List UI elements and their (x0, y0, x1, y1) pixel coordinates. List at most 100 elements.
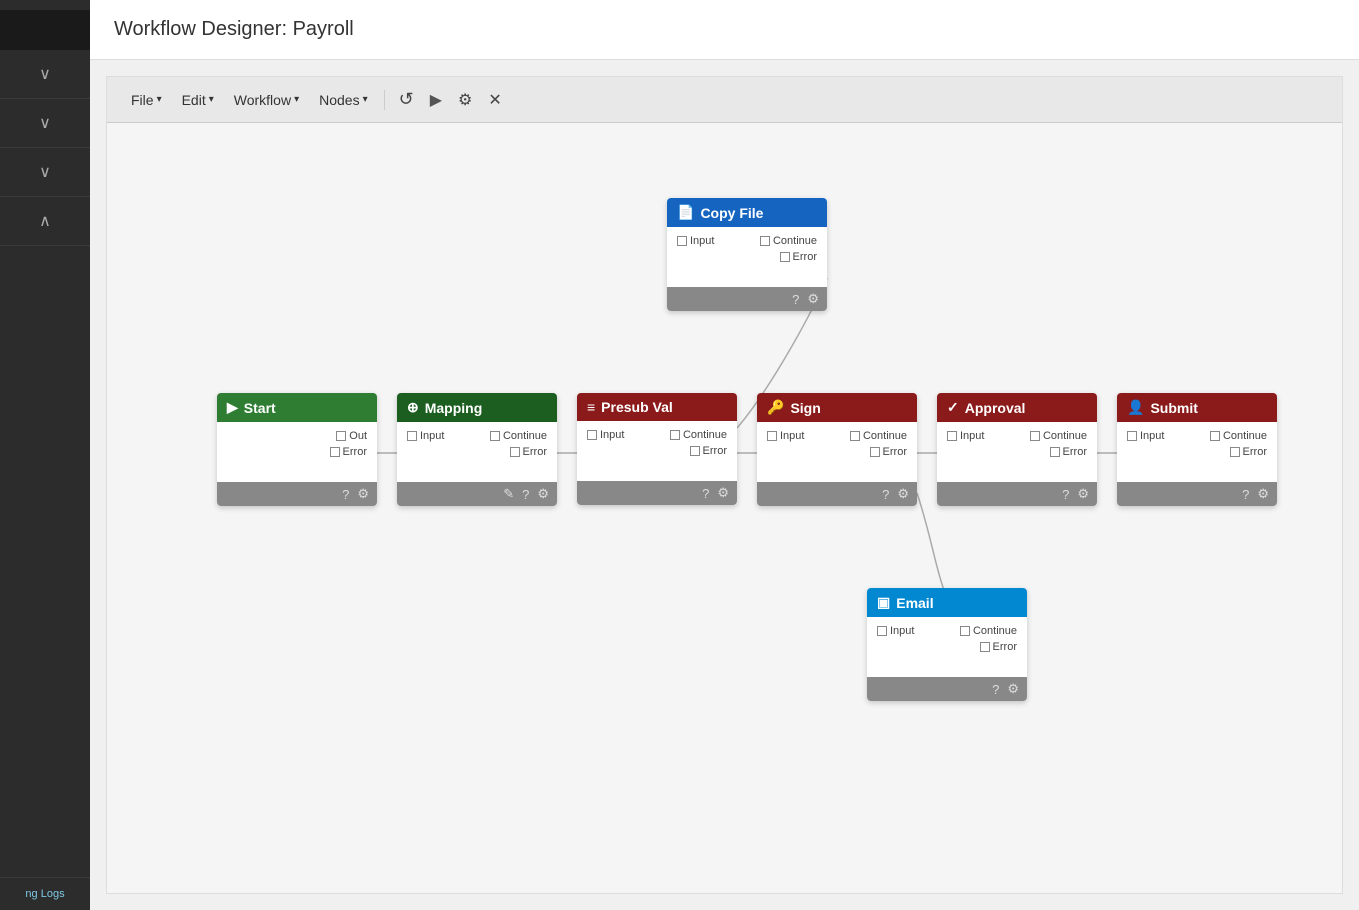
email-continue-port[interactable]: Continue (960, 625, 1017, 637)
close-button[interactable]: ✕ (482, 86, 507, 114)
sidebar-item-3[interactable]: ∨ (0, 148, 90, 197)
presub-error-port[interactable]: Error (690, 445, 727, 457)
node-presub-val[interactable]: ≡ Presub Val Input Continue (577, 393, 737, 505)
node-submit[interactable]: 👤 Submit Input Continue (1117, 393, 1277, 506)
approval-help-icon[interactable]: ? (1062, 487, 1069, 502)
nodes-menu-button[interactable]: Nodes ▾ (311, 88, 376, 112)
settings-button[interactable]: ⚙ (452, 86, 478, 114)
approval-continue-port[interactable]: Continue (1030, 430, 1087, 442)
edit-menu-button[interactable]: Edit ▾ (174, 88, 222, 112)
workflow-canvas[interactable]: ▶ Start Out Error (107, 123, 1342, 893)
copyfile-continue-port[interactable]: Continue (760, 235, 817, 247)
sign-error-row: Error (767, 446, 907, 458)
email-icon: ▣ (877, 594, 890, 611)
start-out-port[interactable]: Out (336, 430, 367, 442)
start-play-icon: ▶ (227, 399, 238, 416)
approval-check-icon: ✓ (947, 399, 959, 416)
start-out-row: Out (227, 430, 367, 442)
node-copy-file-footer: ? ⚙ (667, 287, 827, 311)
node-submit-footer: ? ⚙ (1117, 482, 1277, 506)
sign-help-icon[interactable]: ? (882, 487, 889, 502)
node-presub-header: ≡ Presub Val (577, 393, 737, 421)
designer-container: File ▾ Edit ▾ Workflow ▾ Nodes ▾ ↺ ▶ (106, 76, 1343, 894)
node-approval-footer: ? ⚙ (937, 482, 1097, 506)
node-sign-header: 🔑 Sign (757, 393, 917, 422)
email-input-port[interactable]: Input (877, 625, 914, 637)
node-email-header: ▣ Email (867, 588, 1027, 617)
start-gear-icon[interactable]: ⚙ (357, 486, 369, 502)
file-chevron-icon: ▾ (157, 94, 162, 105)
node-start[interactable]: ▶ Start Out Error (217, 393, 377, 506)
submit-input-port[interactable]: Input (1127, 430, 1164, 442)
node-mapping-header: ⊕ Mapping (397, 393, 557, 422)
node-email-footer: ? ⚙ (867, 677, 1027, 701)
node-sign[interactable]: 🔑 Sign Input Continue (757, 393, 917, 506)
sidebar-item-1[interactable]: ∨ (0, 50, 90, 99)
file-menu-button[interactable]: File ▾ (123, 88, 170, 112)
sign-error-port[interactable]: Error (870, 446, 907, 458)
submit-help-icon[interactable]: ? (1242, 487, 1249, 502)
copyfile-help-icon[interactable]: ? (792, 292, 799, 307)
email-error-row: Error (877, 641, 1017, 653)
email-help-icon[interactable]: ? (992, 682, 999, 697)
copyfile-input-continue-row: Input Continue (677, 235, 817, 247)
undo-button[interactable]: ↺ (393, 85, 420, 114)
sign-gear-icon[interactable]: ⚙ (897, 486, 909, 502)
sign-key-icon: 🔑 (767, 399, 784, 416)
close-icon: ✕ (488, 92, 501, 109)
presub-gear-icon[interactable]: ⚙ (717, 485, 729, 501)
mapping-input-port[interactable]: Input (407, 430, 444, 442)
node-copy-file-header: 📄 Copy File (667, 198, 827, 227)
sidebar-item-2[interactable]: ∨ (0, 99, 90, 148)
approval-error-port[interactable]: Error (1050, 446, 1087, 458)
edit-chevron-icon: ▾ (209, 94, 214, 105)
workflow-menu-button[interactable]: Workflow ▾ (226, 88, 307, 112)
node-start-header: ▶ Start (217, 393, 377, 422)
submit-continue-port[interactable]: Continue (1210, 430, 1267, 442)
presub-input-port[interactable]: Input (587, 429, 624, 441)
page-title: Workflow Designer: Payroll (114, 18, 354, 40)
workflow-chevron-icon: ▾ (294, 94, 299, 105)
node-copy-file-body: Input Continue Error (667, 227, 827, 287)
node-copy-file[interactable]: 📄 Copy File Input Continue (667, 198, 827, 311)
sign-continue-port[interactable]: Continue (850, 430, 907, 442)
sign-input-port[interactable]: Input (767, 430, 804, 442)
node-email[interactable]: ▣ Email Input Continue (867, 588, 1027, 701)
email-gear-icon[interactable]: ⚙ (1007, 681, 1019, 697)
email-error-port[interactable]: Error (980, 641, 1017, 653)
copyfile-input-port[interactable]: Input (677, 235, 714, 247)
undo-icon: ↺ (399, 89, 414, 109)
mapping-error-row: Error (407, 446, 547, 458)
ng-logs-label[interactable]: ng Logs (8, 888, 82, 900)
node-start-body: Out Error (217, 422, 377, 482)
approval-input-port[interactable]: Input (947, 430, 984, 442)
mapping-help-icon[interactable]: ? (522, 487, 529, 502)
start-error-port[interactable]: Error (330, 446, 367, 458)
main-content: Workflow Designer: Payroll File ▾ Edit ▾… (90, 0, 1359, 910)
mapping-edit-icon[interactable]: ✎ (503, 486, 514, 502)
run-button[interactable]: ▶ (424, 86, 448, 114)
mapping-gear-icon[interactable]: ⚙ (537, 486, 549, 502)
presub-help-icon[interactable]: ? (702, 486, 709, 501)
node-sign-body: Input Continue Error (757, 422, 917, 482)
mapping-error-port[interactable]: Error (510, 446, 547, 458)
node-approval-header: ✓ Approval (937, 393, 1097, 422)
presub-list-icon: ≡ (587, 399, 595, 415)
start-help-icon[interactable]: ? (342, 487, 349, 502)
node-approval[interactable]: ✓ Approval Input Continue (937, 393, 1097, 506)
node-sign-footer: ? ⚙ (757, 482, 917, 506)
presub-continue-port[interactable]: Continue (670, 429, 727, 441)
node-mapping[interactable]: ⊕ Mapping Input Continue (397, 393, 557, 506)
node-submit-body: Input Continue Error (1117, 422, 1277, 482)
mapping-continue-port[interactable]: Continue (490, 430, 547, 442)
node-presub-footer: ? ⚙ (577, 481, 737, 505)
sign-input-continue-row: Input Continue (767, 430, 907, 442)
presub-input-continue-row: Input Continue (587, 429, 727, 441)
submit-error-port[interactable]: Error (1230, 446, 1267, 458)
approval-gear-icon[interactable]: ⚙ (1077, 486, 1089, 502)
sidebar-item-4[interactable]: ∧ (0, 197, 90, 246)
copyfile-error-port[interactable]: Error (780, 251, 817, 263)
start-error-row: Error (227, 446, 367, 458)
submit-gear-icon[interactable]: ⚙ (1257, 486, 1269, 502)
copyfile-gear-icon[interactable]: ⚙ (807, 291, 819, 307)
